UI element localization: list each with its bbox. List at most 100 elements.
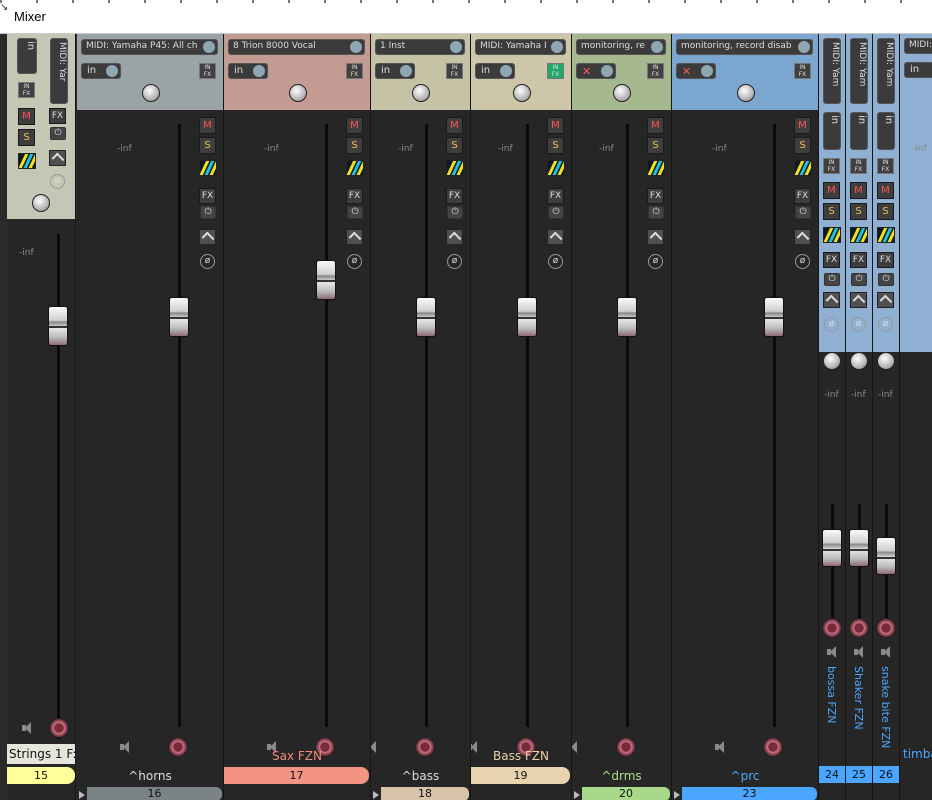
- routing-color-icon[interactable]: [877, 227, 895, 243]
- routing-color-icon[interactable]: [850, 227, 868, 243]
- pan-knob[interactable]: [32, 194, 50, 212]
- phase-icon[interactable]: ⏻: [548, 206, 564, 219]
- phase-icon[interactable]: ⏻: [795, 206, 811, 219]
- routing-color-icon[interactable]: [18, 153, 36, 169]
- monitor-speaker-icon[interactable]: [371, 741, 379, 753]
- phase-invert-icon[interactable]: ø: [851, 317, 866, 332]
- routing-io-vertical[interactable]: MIDI: Yam: [877, 38, 895, 104]
- fx-button[interactable]: FX: [823, 252, 840, 268]
- phase-icon[interactable]: ⏻: [878, 273, 894, 286]
- input-button[interactable]: in: [823, 112, 841, 150]
- solo-button[interactable]: S: [850, 203, 867, 220]
- pan-knob[interactable]: [850, 352, 868, 370]
- routing-color-icon[interactable]: [647, 160, 665, 176]
- fx-button[interactable]: FX: [346, 188, 363, 204]
- in-fx-button[interactable]: IN FX: [547, 63, 564, 79]
- in-fx-button[interactable]: IN FX: [18, 82, 35, 98]
- volume-fader[interactable]: [169, 297, 189, 337]
- mute-button[interactable]: M: [850, 182, 867, 199]
- volume-fader[interactable]: [48, 306, 68, 346]
- volume-fader[interactable]: [849, 529, 869, 567]
- phase-invert-icon[interactable]: ø: [50, 174, 65, 189]
- record-arm-button[interactable]: [616, 737, 636, 757]
- input-button[interactable]: in: [904, 62, 932, 78]
- pan-knob[interactable]: [289, 84, 307, 102]
- routing-io-vertical[interactable]: MIDI: Yam: [850, 38, 868, 104]
- input-button[interactable]: in: [850, 112, 868, 150]
- solo-button[interactable]: S: [547, 137, 564, 154]
- input-button[interactable]: in: [375, 63, 415, 79]
- in-fx-button[interactable]: IN FX: [346, 63, 363, 79]
- envelope-icon[interactable]: [877, 292, 894, 308]
- mute-button[interactable]: M: [647, 117, 664, 134]
- mute-button[interactable]: M: [446, 117, 463, 134]
- volume-fader[interactable]: [822, 529, 842, 567]
- envelope-icon[interactable]: [199, 229, 216, 245]
- phase-icon[interactable]: ⏻: [851, 273, 867, 286]
- record-arm-button[interactable]: [49, 718, 69, 738]
- monitor-speaker-icon[interactable]: [572, 741, 580, 753]
- pan-knob[interactable]: [613, 84, 631, 102]
- envelope-icon[interactable]: [647, 229, 664, 245]
- volume-fader[interactable]: [764, 297, 784, 337]
- mute-button[interactable]: M: [877, 182, 894, 199]
- envelope-icon[interactable]: [547, 229, 564, 245]
- fx-button[interactable]: FX: [199, 188, 216, 204]
- mute-button[interactable]: M: [547, 117, 564, 134]
- input-button[interactable]: in: [475, 63, 515, 79]
- solo-button[interactable]: S: [346, 137, 363, 154]
- fx-button[interactable]: FX: [446, 188, 463, 204]
- mute-button[interactable]: M: [823, 182, 840, 199]
- in-fx-button[interactable]: IN FX: [446, 63, 463, 79]
- routing-color-icon[interactable]: [199, 160, 217, 176]
- volume-fader[interactable]: [876, 536, 896, 575]
- routing-io-button[interactable]: MIDI: Yam: [904, 38, 932, 54]
- in-fx-button[interactable]: IN FX: [199, 63, 216, 79]
- envelope-icon[interactable]: [823, 292, 840, 308]
- record-arm-button[interactable]: [822, 618, 842, 638]
- mute-button[interactable]: M: [346, 117, 363, 134]
- record-arm-button[interactable]: [763, 737, 783, 757]
- phase-icon[interactable]: ⏻: [50, 127, 66, 140]
- solo-button[interactable]: S: [647, 137, 664, 154]
- solo-button[interactable]: S: [199, 137, 216, 154]
- routing-color-icon[interactable]: [446, 160, 464, 176]
- fx-button[interactable]: FX: [49, 108, 66, 124]
- routing-io-vertical[interactable]: MIDI: Yam: [823, 38, 841, 104]
- input-button[interactable]: in: [877, 112, 895, 150]
- window-corner-icon[interactable]: ↘: [0, 2, 8, 13]
- in-fx-button[interactable]: IN FX: [794, 63, 811, 79]
- phase-icon[interactable]: ⏻: [347, 206, 363, 219]
- mute-button[interactable]: M: [199, 117, 216, 134]
- phase-invert-icon[interactable]: ø: [447, 254, 462, 269]
- folder-toggle-icon[interactable]: [79, 791, 85, 799]
- phase-invert-icon[interactable]: ø: [795, 254, 810, 269]
- phase-invert-icon[interactable]: ø: [347, 254, 362, 269]
- phase-invert-icon[interactable]: ø: [548, 254, 563, 269]
- solo-button[interactable]: S: [823, 203, 840, 220]
- fx-button[interactable]: FX: [547, 188, 564, 204]
- envelope-icon[interactable]: [794, 229, 811, 245]
- pan-knob[interactable]: [412, 84, 430, 102]
- phase-icon[interactable]: ⏻: [200, 206, 216, 219]
- mute-button[interactable]: M: [794, 117, 811, 134]
- routing-io-button[interactable]: MIDI: Yamaha I: [475, 39, 566, 55]
- fx-button[interactable]: FX: [877, 252, 894, 268]
- folder-toggle-icon[interactable]: [574, 791, 580, 799]
- pan-knob[interactable]: [737, 84, 755, 102]
- record-arm-button[interactable]: [876, 618, 896, 638]
- monitor-speaker-icon[interactable]: [881, 646, 893, 658]
- phase-icon[interactable]: ⏻: [824, 273, 840, 286]
- monitor-speaker-icon[interactable]: [120, 741, 132, 753]
- routing-io-button[interactable]: MIDI: Yamaha P45: All ch: [81, 39, 218, 55]
- volume-fader[interactable]: [316, 260, 336, 300]
- pan-knob[interactable]: [513, 84, 531, 102]
- pan-knob[interactable]: [823, 352, 841, 370]
- routing-color-icon[interactable]: [547, 160, 565, 176]
- input-button[interactable]: in: [17, 38, 37, 74]
- envelope-icon[interactable]: [446, 229, 463, 245]
- mute-button[interactable]: M: [18, 108, 35, 125]
- envelope-icon[interactable]: [850, 292, 867, 308]
- phase-icon[interactable]: ⏻: [648, 206, 664, 219]
- volume-fader[interactable]: [517, 297, 537, 337]
